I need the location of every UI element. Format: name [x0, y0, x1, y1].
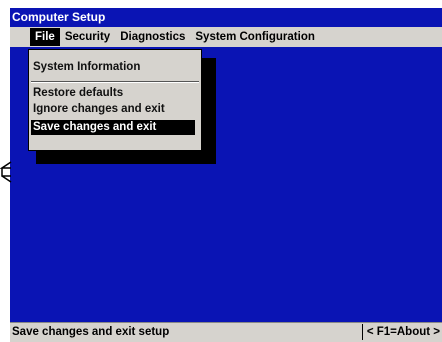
status-text: Save changes and exit setup [12, 326, 170, 338]
menu-security[interactable]: Security [60, 28, 115, 46]
menu-item-ignore-changes-and-exit[interactable]: Ignore changes and exit [33, 102, 165, 117]
menu-item-restore-defaults[interactable]: Restore defaults [33, 86, 123, 101]
menu-item-save-changes-and-exit[interactable]: Save changes and exit [31, 120, 195, 135]
window-title: Computer Setup [10, 8, 442, 26]
menu-file[interactable]: File [30, 28, 60, 46]
help-hint: < F1=About > [361, 324, 442, 340]
file-dropdown-menu: System Information Restore defaults Igno… [28, 49, 202, 151]
menu-bar: File Security Diagnostics System Configu… [10, 27, 442, 47]
menu-system-configuration[interactable]: System Configuration [190, 28, 319, 46]
status-bar: Save changes and exit setup < F1=About > [10, 322, 442, 342]
left-bracket-icon [0, 161, 12, 183]
menu-divider [31, 81, 199, 83]
bios-screen: Computer Setup File Security Diagnostics… [0, 0, 442, 342]
menu-diagnostics[interactable]: Diagnostics [115, 28, 190, 46]
menu-item-system-information[interactable]: System Information [33, 60, 140, 75]
